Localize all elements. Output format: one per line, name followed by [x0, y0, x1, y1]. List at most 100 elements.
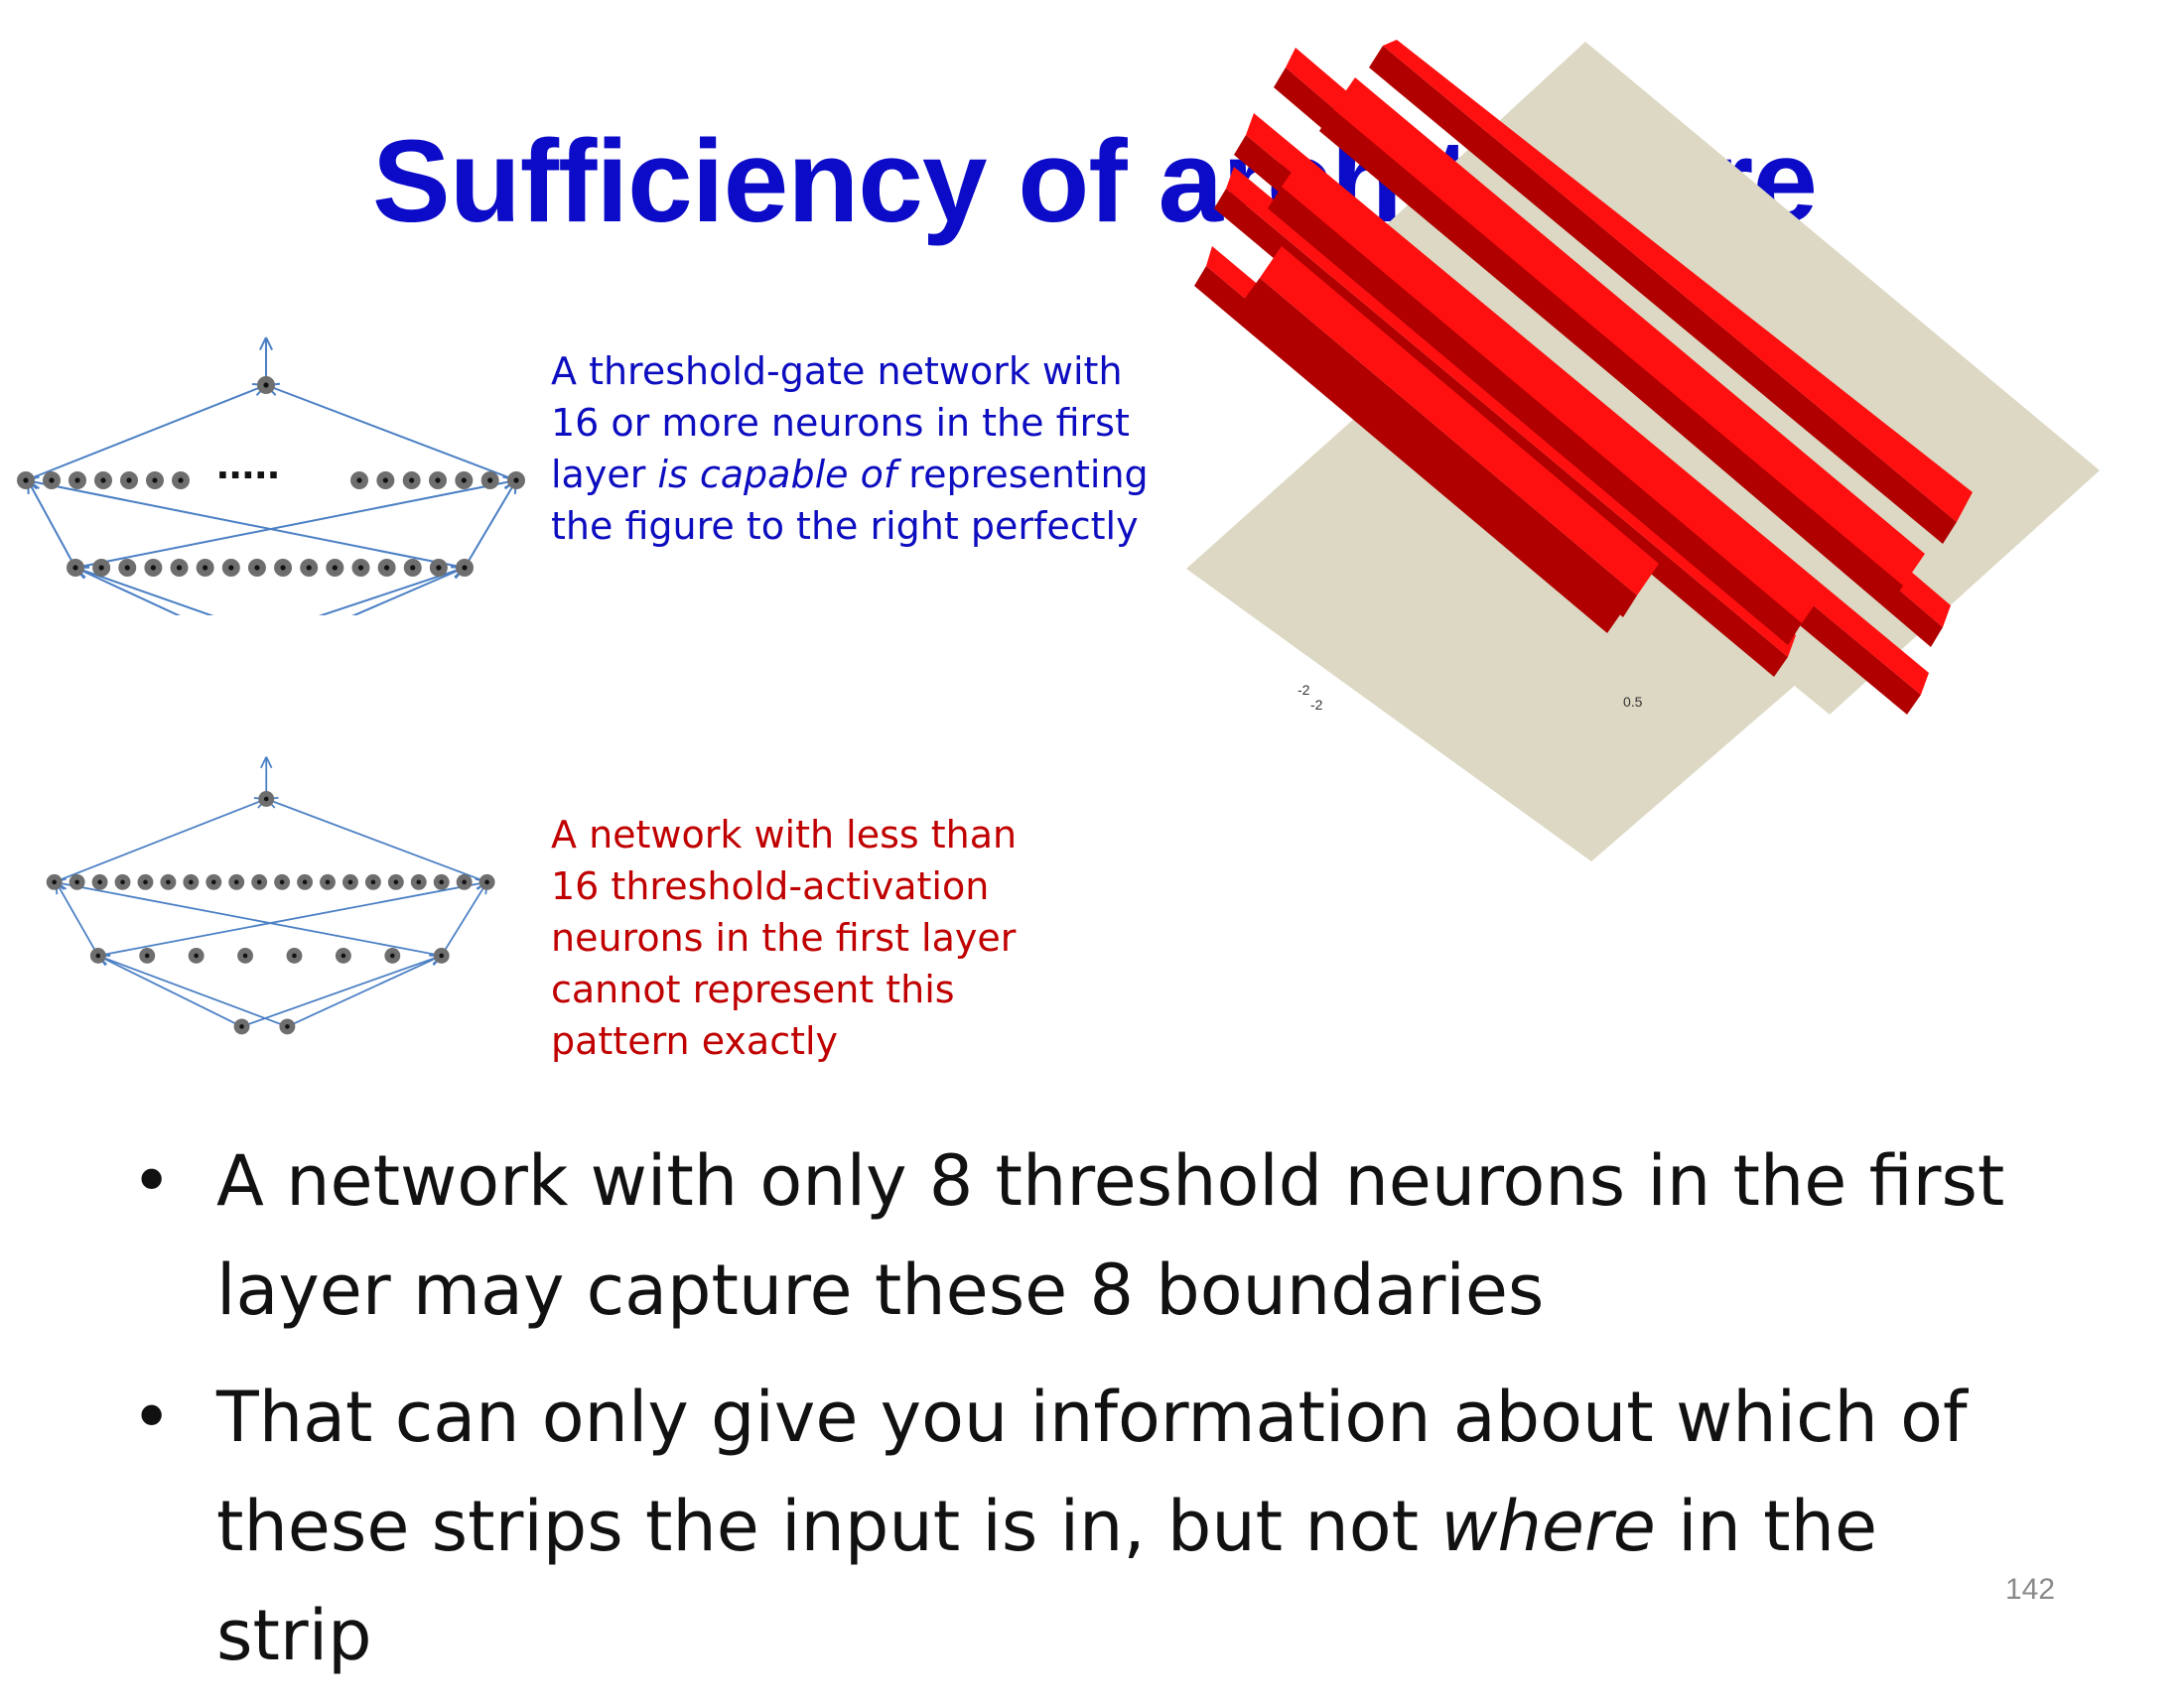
neuron-node [237, 948, 253, 964]
neuron-node [456, 559, 474, 577]
neuron-node [183, 874, 199, 890]
network-edge [26, 476, 465, 568]
neuron-node [455, 471, 473, 489]
caption-sufficient: A threshold-gate network with 16 or more… [551, 345, 1149, 552]
network-edge [55, 798, 267, 882]
network-edge [98, 956, 242, 1026]
neuron-node [342, 874, 358, 890]
neuron-node [388, 874, 404, 890]
bullet-emphasis: where [1440, 1486, 1656, 1567]
neuron-node [507, 471, 525, 489]
neuron-node [172, 471, 190, 489]
neuron-node [411, 874, 427, 890]
network-edge [238, 566, 465, 615]
page-number: 142 [2005, 1573, 2055, 1607]
neuron-node [429, 471, 447, 489]
network-diagram-insufficient [0, 739, 536, 1037]
network-edge [98, 955, 288, 1027]
network-edge [56, 882, 97, 956]
neuron-node [297, 874, 313, 890]
network-edge [442, 882, 487, 956]
network-nodes [47, 791, 495, 1034]
neuron-node [258, 791, 274, 807]
neuron-node [68, 471, 86, 489]
bullet-marker: • [131, 1363, 172, 1472]
caption-line-suffix: representing [896, 453, 1148, 496]
network-edge [242, 955, 442, 1027]
neuron-node [434, 874, 450, 890]
neuron-node [279, 1018, 295, 1034]
neuron-node [351, 559, 369, 577]
neuron-node [139, 948, 155, 964]
bullet-text: A network with only 8 threshold neurons … [216, 1140, 2004, 1331]
neuron-node [144, 559, 162, 577]
network-diagram-sufficient: ..... [0, 318, 536, 615]
neuron-node [171, 559, 189, 577]
bullet-list: • A network with only 8 threshold neuron… [129, 1126, 2015, 1708]
neuron-node [92, 874, 108, 890]
network-edge [266, 798, 486, 882]
neuron-node [17, 471, 35, 489]
neuron-node [434, 948, 450, 964]
neuron-node [378, 559, 396, 577]
network-nodes [17, 376, 525, 615]
neuron-node [274, 874, 290, 890]
tick-label: -2 [1297, 682, 1310, 698]
neuron-node [222, 559, 240, 577]
caption-line: the figure to the right perfectly [551, 504, 1139, 548]
neuron-node [248, 559, 266, 577]
network-edge [55, 879, 442, 956]
network-edge [266, 384, 516, 480]
caption-line: 16 or more neurons in the first [551, 401, 1130, 445]
neuron-node [118, 559, 136, 577]
neuron-node [67, 559, 84, 577]
neuron-node [251, 874, 267, 890]
neuron-node [430, 559, 448, 577]
caption-line-prefix: layer [551, 453, 657, 496]
bullet-item: • That can only give you information abo… [129, 1363, 2015, 1690]
neuron-node [384, 948, 400, 964]
neuron-node [300, 559, 318, 577]
tick-label: 0.5 [1623, 694, 1643, 710]
neuron-node [481, 471, 499, 489]
neuron-node [479, 874, 495, 890]
network-edge [465, 480, 516, 568]
neuron-node [274, 559, 292, 577]
neuron-node [457, 874, 473, 890]
caption-line: A threshold-gate network with [551, 349, 1123, 393]
neuron-node [234, 1018, 250, 1034]
neuron-node [228, 874, 244, 890]
network-edge [28, 480, 75, 568]
neuron-node [403, 471, 421, 489]
bullet-item: • A network with only 8 threshold neuron… [129, 1126, 2015, 1345]
neuron-node [197, 559, 214, 577]
neuron-node [94, 471, 112, 489]
neuron-node [189, 948, 205, 964]
tick-label: -2 [1310, 697, 1323, 713]
neuron-node [92, 559, 110, 577]
neuron-node [376, 471, 394, 489]
neuron-node [350, 471, 368, 489]
neuron-node [146, 471, 164, 489]
network-edge [287, 956, 441, 1027]
neuron-node [43, 471, 61, 489]
neuron-node [120, 471, 138, 489]
ellipsis: ..... [216, 437, 280, 488]
neuron-node [138, 874, 154, 890]
neuron-node [287, 948, 303, 964]
neuron-node [69, 874, 85, 890]
neuron-node [257, 376, 275, 394]
caption-insufficient: A network with less than 16 threshold-ac… [551, 809, 1017, 1067]
neuron-node [160, 874, 176, 890]
neuron-node [47, 874, 63, 890]
neuron-node [90, 948, 106, 964]
network-edge [98, 879, 487, 956]
neuron-node [404, 559, 422, 577]
neuron-node [205, 874, 221, 890]
network-edge [75, 476, 516, 568]
neuron-node [326, 559, 343, 577]
neuron-node [320, 874, 336, 890]
neuron-node [336, 948, 351, 964]
neuron-node [115, 874, 131, 890]
bullet-marker: • [131, 1126, 172, 1236]
